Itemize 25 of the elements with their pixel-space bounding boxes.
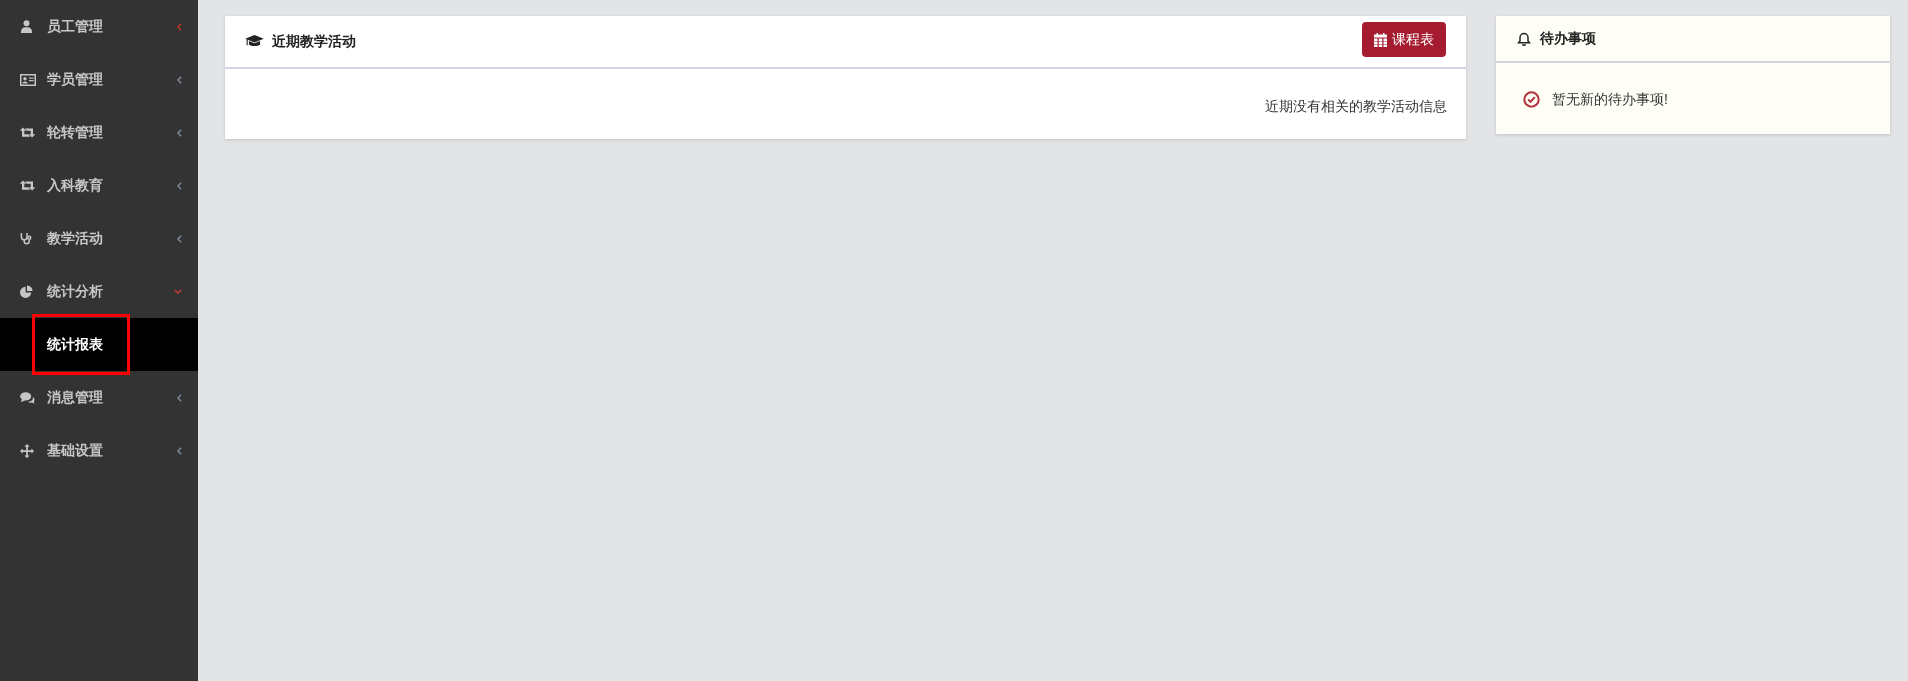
sidebar-menu-item[interactable]: 学员管理 — [0, 53, 198, 106]
sidebar-menu-item[interactable]: 统计分析 — [0, 265, 198, 318]
sidebar-menu-item[interactable]: 轮转管理 — [0, 106, 198, 159]
sidebar-menu-item[interactable]: 员工管理 — [0, 0, 198, 53]
person-icon — [20, 20, 33, 33]
empty-message: 暂无新的待办事项! — [1552, 90, 1668, 109]
repeat-arrows-icon — [20, 180, 35, 191]
calendar-icon — [1374, 32, 1387, 47]
panel-title: 近期教学活动 — [272, 32, 356, 51]
sidebar-menu-item[interactable]: 入科教育 — [0, 159, 198, 212]
empty-message: 近期没有相关的教学活动信息 — [1265, 97, 1447, 116]
repeat-arrows-icon — [20, 127, 35, 138]
graduation-cap-icon — [245, 35, 264, 48]
panel-title: 待办事项 — [1540, 29, 1596, 48]
sidebar-menu-item[interactable]: 消息管理 — [0, 371, 198, 424]
sidebar-menu-item[interactable]: 教学活动 — [0, 212, 198, 265]
sidebar-menu-item[interactable]: 基础设置 — [0, 424, 198, 477]
bell-icon — [1517, 31, 1531, 46]
pie-chart-icon — [20, 285, 33, 298]
speech-bubbles-icon — [20, 391, 35, 404]
id-card-icon — [20, 73, 36, 86]
move-arrows-icon — [20, 443, 34, 458]
check-circle-icon — [1523, 90, 1540, 108]
stethoscope-icon — [20, 232, 33, 245]
schedule-button[interactable]: 课程表 — [1362, 22, 1446, 57]
